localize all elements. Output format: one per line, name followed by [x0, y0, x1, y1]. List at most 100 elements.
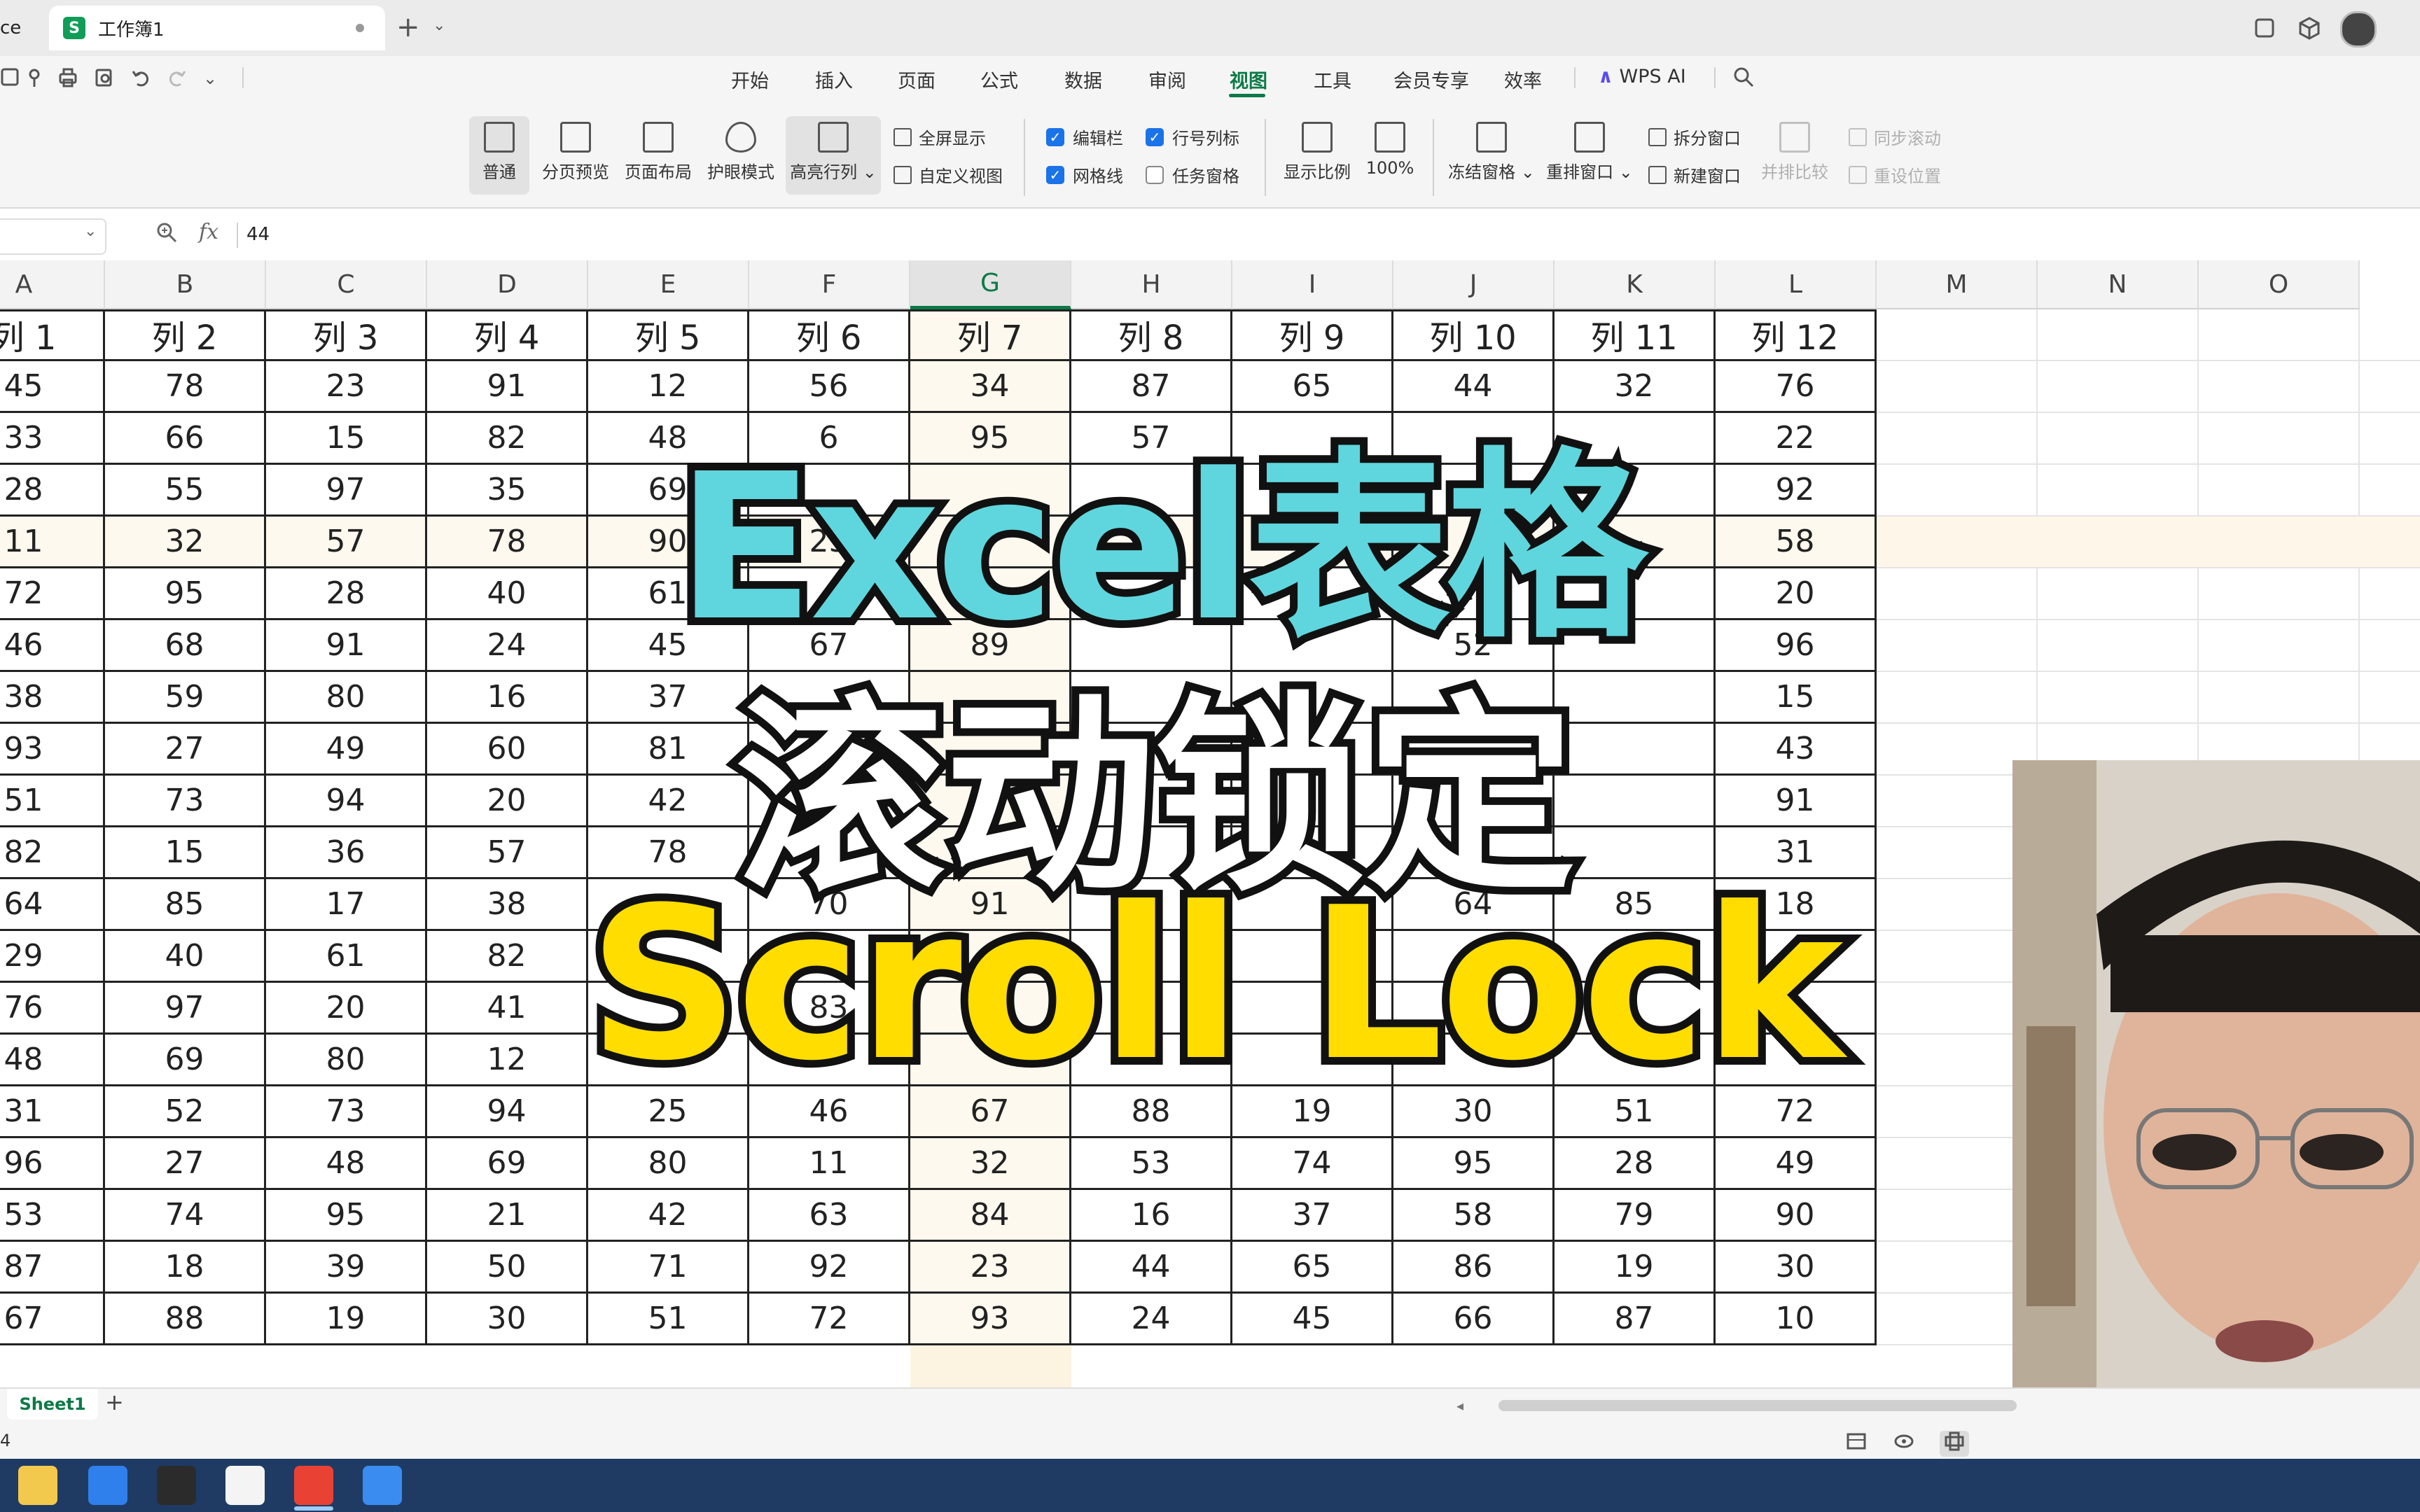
- table-cell[interactable]: 20: [266, 983, 427, 1035]
- table-cell[interactable]: 37: [588, 672, 749, 724]
- table-cell[interactable]: 68: [105, 620, 266, 672]
- menu-member[interactable]: 会员专享: [1393, 66, 1469, 93]
- table-cell[interactable]: 82: [427, 413, 588, 465]
- freeze-panes-button[interactable]: 冻结窗格 ⌄: [1447, 122, 1536, 183]
- horizontal-scrollbar[interactable]: [1498, 1400, 2017, 1411]
- column-header-c[interactable]: C: [266, 260, 427, 309]
- table-cell[interactable]: 72: [0, 568, 105, 620]
- table-header-cell[interactable]: 列 9: [1232, 309, 1393, 361]
- table-cell[interactable]: 35: [427, 465, 588, 517]
- column-header-n[interactable]: N: [2038, 260, 2199, 309]
- table-cell[interactable]: [1555, 776, 1716, 827]
- highlight-status-icon[interactable]: [1940, 1431, 1969, 1457]
- table-cell[interactable]: 66: [1393, 1294, 1555, 1345]
- new-window-button[interactable]: 新建窗口: [1648, 162, 1741, 187]
- table-cell[interactable]: 48: [0, 1035, 105, 1086]
- table-cell[interactable]: 42: [588, 1190, 749, 1242]
- table-cell[interactable]: 51: [588, 1294, 749, 1345]
- table-cell[interactable]: 19: [1555, 1242, 1716, 1294]
- table-cell[interactable]: 30: [427, 1294, 588, 1345]
- table-cell[interactable]: 91: [266, 620, 427, 672]
- wps-ai-button[interactable]: ∧ WPS AI: [1598, 66, 1686, 88]
- table-cell[interactable]: 45: [1232, 1294, 1393, 1345]
- column-header-k[interactable]: K: [1555, 260, 1716, 309]
- table-cell[interactable]: 95: [1393, 1138, 1555, 1190]
- table-cell[interactable]: [1555, 724, 1716, 776]
- table-cell[interactable]: 31: [0, 1086, 105, 1138]
- table-cell[interactable]: 32: [910, 1138, 1071, 1190]
- wps-office-icon[interactable]: [294, 1466, 333, 1505]
- print-icon[interactable]: [57, 67, 78, 94]
- menu-formula[interactable]: 公式: [980, 66, 1018, 93]
- column-header-g[interactable]: G: [910, 260, 1071, 309]
- column-header-j[interactable]: J: [1393, 260, 1555, 309]
- formula-input[interactable]: 44: [246, 224, 270, 245]
- column-header-a[interactable]: A: [0, 260, 105, 309]
- table-cell[interactable]: 76: [0, 983, 105, 1035]
- table-cell[interactable]: 36: [266, 827, 427, 879]
- table-cell[interactable]: 97: [105, 983, 266, 1035]
- table-header-cell[interactable]: 列 12: [1716, 309, 1877, 361]
- table-cell[interactable]: 95: [266, 1190, 427, 1242]
- table-cell[interactable]: 66: [105, 413, 266, 465]
- menu-page[interactable]: 页面: [898, 66, 936, 93]
- table-cell[interactable]: 95: [105, 568, 266, 620]
- table-cell[interactable]: 17: [266, 879, 427, 931]
- undo-icon[interactable]: [130, 67, 151, 94]
- menu-home[interactable]: 开始: [731, 66, 769, 93]
- table-cell[interactable]: 39: [266, 1242, 427, 1294]
- quick-access-more-icon[interactable]: ⌄: [203, 69, 217, 88]
- table-cell[interactable]: 49: [1716, 1138, 1877, 1190]
- table-header-cell[interactable]: 列 7: [910, 309, 1071, 361]
- photos-icon[interactable]: [225, 1466, 265, 1505]
- table-cell[interactable]: 28: [0, 465, 105, 517]
- menu-view[interactable]: 视图: [1230, 66, 1267, 93]
- table-cell[interactable]: 74: [1232, 1138, 1393, 1190]
- table-cell[interactable]: 80: [266, 1035, 427, 1086]
- table-cell[interactable]: 44: [1071, 1242, 1232, 1294]
- table-cell[interactable]: 93: [0, 724, 105, 776]
- column-header-l[interactable]: L: [1716, 260, 1877, 309]
- table-cell[interactable]: 96: [0, 1138, 105, 1190]
- column-header-b[interactable]: B: [105, 260, 266, 309]
- table-cell[interactable]: 23: [266, 361, 427, 413]
- table-cell[interactable]: 16: [1071, 1190, 1232, 1242]
- table-cell[interactable]: 88: [105, 1294, 266, 1345]
- gridlines-checkbox[interactable]: ✓ 网格线: [1046, 162, 1123, 187]
- table-cell[interactable]: 41: [427, 983, 588, 1035]
- table-cell[interactable]: 20: [427, 776, 588, 827]
- save-icon[interactable]: [0, 67, 21, 94]
- table-header-cell[interactable]: 列 6: [749, 309, 910, 361]
- table-cell[interactable]: 78: [105, 361, 266, 413]
- table-header-cell[interactable]: 列 8: [1071, 309, 1232, 361]
- table-cell[interactable]: 52: [105, 1086, 266, 1138]
- table-cell[interactable]: 51: [0, 776, 105, 827]
- table-cell[interactable]: 94: [427, 1086, 588, 1138]
- table-header-cell[interactable]: 列 5: [588, 309, 749, 361]
- tab-dropdown-icon[interactable]: ⌄: [433, 17, 445, 34]
- table-cell[interactable]: 67: [0, 1294, 105, 1345]
- edit-bar-checkbox[interactable]: ✓ 编辑栏: [1046, 125, 1123, 149]
- table-cell[interactable]: 38: [0, 672, 105, 724]
- column-header-i[interactable]: I: [1232, 260, 1393, 309]
- table-cell[interactable]: 28: [1555, 1138, 1716, 1190]
- table-cell[interactable]: 58: [1393, 1190, 1555, 1242]
- table-header-cell[interactable]: 列 2: [105, 309, 266, 361]
- page-break-preview-button[interactable]: 分页预览: [539, 122, 612, 183]
- table-cell[interactable]: 92: [749, 1242, 910, 1294]
- table-cell[interactable]: 91: [1716, 776, 1877, 827]
- table-cell[interactable]: 46: [0, 620, 105, 672]
- normal-view-button[interactable]: 普通: [469, 116, 529, 195]
- table-cell[interactable]: 57: [266, 517, 427, 568]
- table-cell[interactable]: 45: [0, 361, 105, 413]
- task-pane-checkbox[interactable]: 任务窗格: [1146, 162, 1239, 187]
- zoom-100-button[interactable]: 100%: [1358, 122, 1421, 178]
- table-cell[interactable]: 73: [266, 1086, 427, 1138]
- table-cell[interactable]: 64: [0, 879, 105, 931]
- table-cell[interactable]: 97: [266, 465, 427, 517]
- table-cell[interactable]: 79: [1555, 1190, 1716, 1242]
- sheet-tab-sheet1[interactable]: Sheet1: [7, 1389, 98, 1420]
- table-cell[interactable]: 15: [1716, 672, 1877, 724]
- split-window-button[interactable]: 拆分窗口: [1648, 125, 1741, 149]
- table-cell[interactable]: 93: [910, 1294, 1071, 1345]
